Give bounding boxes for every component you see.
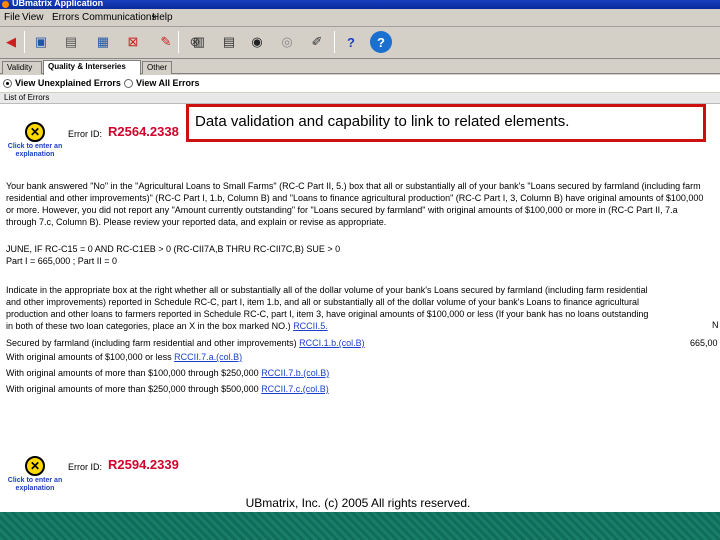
menu-file[interactable]: File bbox=[4, 12, 20, 23]
footer-pattern bbox=[0, 512, 720, 540]
print-icon[interactable]: ▤ bbox=[60, 31, 82, 53]
menu-communications[interactable]: Communications bbox=[82, 12, 156, 23]
edit-icon[interactable]: ✎ bbox=[155, 31, 177, 53]
line-7a-label: With original amounts of $100,000 or les… bbox=[6, 352, 172, 362]
error-list: ✕ Click to enter an explanation Error ID… bbox=[0, 104, 720, 512]
calculator-icon[interactable]: ▥ bbox=[188, 31, 210, 53]
list-of-errors-label: List of Errors bbox=[0, 93, 720, 104]
app-icon bbox=[2, 1, 9, 8]
toolbar-separator bbox=[24, 31, 25, 53]
click-to-explain-link[interactable]: Click to enter an explanation bbox=[5, 477, 65, 493]
help-icon[interactable]: ? bbox=[340, 31, 362, 53]
radio-dot-icon bbox=[124, 78, 133, 88]
title-bar: UBmatrix Application bbox=[0, 0, 720, 9]
tab-quality-interseries[interactable]: Quality & Interseries bbox=[43, 60, 141, 75]
radio-unexplained-label: View Unexplained Errors bbox=[15, 78, 121, 88]
pencil-icon[interactable]: ✐ bbox=[306, 31, 328, 53]
tab-other[interactable]: Other bbox=[142, 61, 172, 74]
secured-value: 665,00 bbox=[690, 338, 718, 348]
secured-line: Secured by farmland (including farm resi… bbox=[6, 338, 365, 348]
grid-icon[interactable]: ▦ bbox=[92, 31, 114, 53]
radio-all[interactable]: View All Errors bbox=[124, 78, 200, 88]
window-title: UBmatrix Application bbox=[12, 0, 104, 8]
disc-icon[interactable]: ◎ bbox=[276, 31, 298, 53]
menu-bar: File View Errors Communications Help bbox=[0, 9, 720, 27]
menu-help[interactable]: Help bbox=[152, 12, 173, 23]
radio-unexplained[interactable]: View Unexplained Errors bbox=[3, 78, 121, 88]
explain-x-icon[interactable]: ✕ bbox=[25, 122, 45, 142]
menu-view[interactable]: View bbox=[22, 12, 44, 23]
error-filter: View Unexplained Errors View All Errors bbox=[0, 75, 720, 92]
radio-dot-icon bbox=[3, 78, 12, 88]
error-values: Part I = 665,000 ; Part II = 0 bbox=[6, 256, 118, 266]
delete-grid-icon[interactable]: ⊠ bbox=[122, 31, 144, 53]
line-7b: With original amounts of more than $100,… bbox=[6, 368, 329, 378]
line-7b-label: With original amounts of more than $100,… bbox=[6, 368, 259, 378]
error-id-label: Error ID: bbox=[68, 462, 103, 472]
back-arrow-icon[interactable]: ◀ bbox=[0, 31, 22, 53]
line-7c-label: With original amounts of more than $250,… bbox=[6, 384, 259, 394]
annotation-callout: Data validation and capability to link t… bbox=[186, 104, 706, 142]
notes-icon[interactable]: ▤ bbox=[218, 31, 240, 53]
secured-label: Secured by farmland (including farm resi… bbox=[6, 338, 297, 348]
link-rccii-5[interactable]: RCCII.5. bbox=[293, 321, 328, 331]
camera-icon[interactable]: ◉ bbox=[246, 31, 268, 53]
link-rcci-1b[interactable]: RCCI.1.b.(col.B) bbox=[299, 338, 365, 348]
error-formula: JUNE, IF RC-C15 = 0 AND RC-C1EB > 0 (RC-… bbox=[6, 244, 341, 254]
error-id: R2564.2338 bbox=[108, 124, 179, 139]
error-tabs: Validity Quality & Interseries Other bbox=[0, 60, 720, 75]
help-circle-icon[interactable]: ? bbox=[370, 31, 392, 53]
instruction-text: Indicate in the appropriate box at the r… bbox=[6, 284, 656, 332]
radio-all-label: View All Errors bbox=[136, 78, 200, 88]
line-7c: With original amounts of more than $250,… bbox=[6, 384, 329, 394]
link-rccii-7a[interactable]: RCCII.7.a.(col.B) bbox=[174, 352, 242, 362]
menu-errors[interactable]: Errors bbox=[52, 12, 79, 23]
toolbar-separator bbox=[334, 31, 335, 53]
save-icon[interactable]: ▣ bbox=[30, 31, 52, 53]
toolbar-separator bbox=[178, 31, 179, 53]
error-id: R2594.2339 bbox=[108, 457, 179, 472]
toolbar: ◀ ▣ ▤ ▦ ⊠ ✎ ⊗ ▥ ▤ ◉ ◎ ✐ ? ? bbox=[0, 27, 720, 59]
explain-x-icon[interactable]: ✕ bbox=[25, 456, 45, 476]
footer-band bbox=[0, 512, 720, 540]
line-7a: With original amounts of $100,000 or les… bbox=[6, 352, 242, 362]
answer-value: N bbox=[712, 320, 719, 330]
copyright-text: UBmatrix, Inc. (c) 2005 All rights reser… bbox=[245, 496, 471, 510]
click-to-explain-link[interactable]: Click to enter an explanation bbox=[5, 143, 65, 159]
link-rccii-7b[interactable]: RCCII.7.b.(col.B) bbox=[261, 368, 329, 378]
error-id-label: Error ID: bbox=[68, 129, 103, 139]
link-rccii-7c[interactable]: RCCII.7.c.(col.B) bbox=[261, 384, 329, 394]
error-description: Your bank answered "No" in the "Agricult… bbox=[6, 181, 704, 227]
tab-validity[interactable]: Validity bbox=[2, 61, 42, 74]
